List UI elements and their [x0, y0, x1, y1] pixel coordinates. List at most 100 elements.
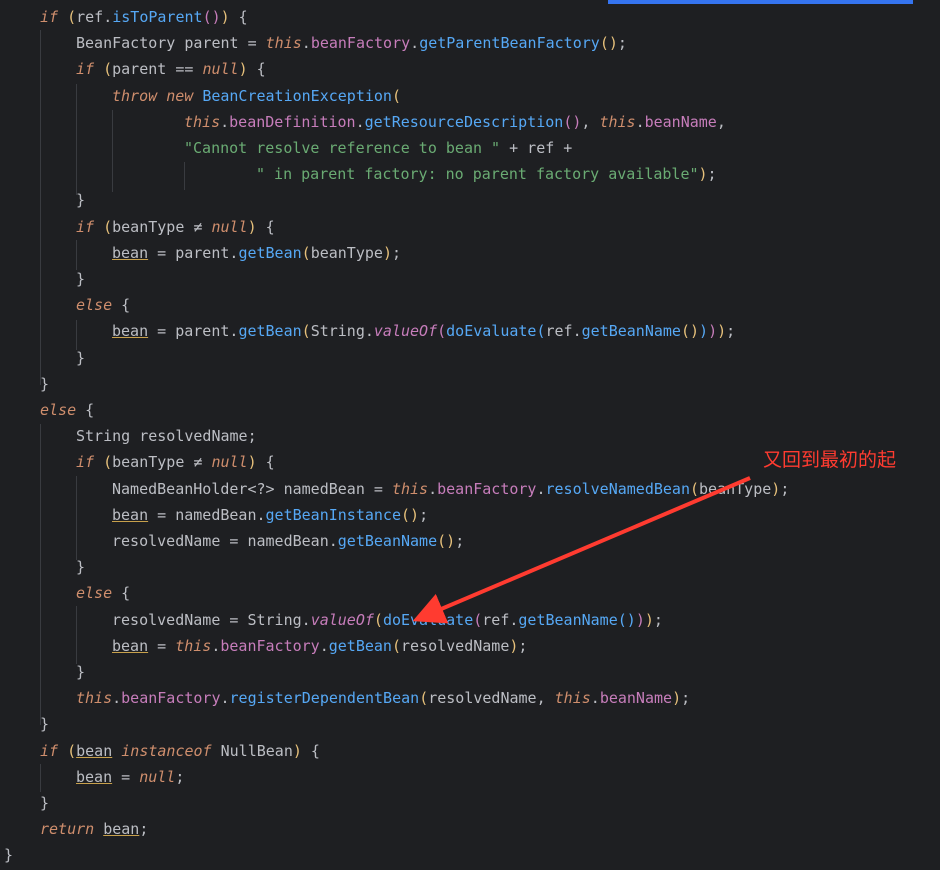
code-token: beanType: [310, 243, 383, 262]
code-editor[interactable]: if (ref.isToParent()) {BeanFactory paren…: [0, 0, 940, 870]
code-token: else: [76, 584, 113, 603]
code-line[interactable]: bean = this.beanFactory.getBean(resolved…: [112, 633, 527, 659]
code-line[interactable]: " in parent factory: no parent factory a…: [256, 161, 717, 187]
code-token: parent: [112, 60, 167, 79]
code-token: null: [211, 217, 248, 236]
code-token: (): [437, 532, 456, 550]
code-token: .: [103, 8, 113, 26]
code-token: else: [40, 401, 77, 419]
code-token: beanFactory: [437, 479, 537, 498]
code-token: (: [391, 636, 401, 655]
code-token: else: [76, 296, 113, 315]
code-line[interactable]: }: [76, 554, 85, 580]
code-token: =: [148, 505, 176, 524]
code-line[interactable]: String resolvedName;: [76, 423, 257, 449]
code-token: resolvedName: [428, 689, 537, 708]
code-line[interactable]: else {: [76, 580, 130, 606]
code-token: ;: [707, 165, 717, 184]
code-line[interactable]: }: [4, 842, 13, 868]
code-line[interactable]: else {: [76, 292, 130, 318]
code-token: {: [76, 401, 95, 419]
code-line[interactable]: }: [76, 659, 85, 685]
code-token: beanType: [112, 453, 185, 472]
code-token: ): [292, 741, 302, 760]
code-token: resolveNamedBean: [545, 479, 691, 498]
code-token: new: [166, 86, 194, 105]
code-token: ;: [681, 689, 691, 708]
code-token: ==: [166, 60, 203, 79]
code-token: (: [103, 453, 113, 472]
code-token: .: [256, 505, 266, 524]
code-token: (: [67, 741, 77, 760]
code-token: null: [139, 767, 176, 786]
code-line[interactable]: if (bean instanceof NullBean) {: [40, 738, 320, 764]
code-token: ;: [139, 820, 149, 839]
code-token: (: [301, 322, 311, 341]
code-line[interactable]: }: [76, 266, 85, 292]
code-token: .: [364, 322, 374, 341]
code-token: String: [310, 322, 365, 341]
code-token: .: [220, 689, 230, 708]
code-token: =: [220, 532, 248, 550]
code-token: beanName: [644, 112, 717, 131]
code-line[interactable]: "Cannot resolve reference to bean " + re…: [184, 135, 572, 161]
code-token: registerDependentBean: [229, 689, 420, 708]
code-line[interactable]: bean = parent.getBean(String.valueOf(doE…: [112, 318, 735, 344]
code-line[interactable]: if (beanType ≠ null) {: [76, 449, 275, 475]
code-token: {: [229, 8, 248, 26]
code-token: ;: [455, 532, 465, 550]
code-line[interactable]: resolvedName = namedBean.getBeanName();: [112, 528, 464, 554]
code-token: ref: [76, 8, 104, 26]
code-token: parent: [175, 243, 230, 262]
code-line[interactable]: }: [40, 790, 49, 816]
code-line[interactable]: if (beanType ≠ null) {: [76, 214, 275, 240]
code-token: beanFactory: [220, 636, 320, 655]
code-line[interactable]: }: [40, 371, 49, 397]
code-token: getBeanInstance: [265, 505, 401, 524]
code-token: ): [717, 322, 727, 341]
code-token: bean: [76, 741, 113, 760]
code-line[interactable]: BeanFactory parent = this.beanFactory.ge…: [76, 30, 627, 56]
code-token: null: [211, 453, 248, 472]
code-line[interactable]: this.beanDefinition.getResourceDescripti…: [184, 109, 726, 135]
code-token: {: [247, 60, 266, 79]
code-token: resolvedName: [139, 427, 248, 446]
code-token: }: [76, 348, 86, 367]
code-token: .: [536, 479, 546, 498]
code-line[interactable]: bean = null;: [76, 764, 184, 790]
code-token: ): [771, 479, 781, 498]
code-line[interactable]: bean = parent.getBean(beanType);: [112, 240, 401, 266]
code-token: .: [301, 610, 311, 629]
code-token: ,: [536, 689, 555, 708]
code-token: (): [617, 610, 636, 629]
code-token: ,: [581, 112, 600, 131]
indent-guide: [76, 476, 77, 560]
code-token: (: [103, 60, 113, 79]
code-line[interactable]: resolvedName = String.valueOf(doEvaluate…: [112, 607, 663, 633]
code-line[interactable]: bean = namedBean.getBeanInstance();: [112, 502, 428, 528]
code-line[interactable]: throw new BeanCreationException(: [112, 83, 401, 109]
code-token: parent: [184, 34, 239, 53]
code-token: ,: [716, 112, 726, 131]
code-line[interactable]: if (parent == null) {: [76, 56, 266, 82]
code-line[interactable]: this.beanFactory.registerDependentBean(r…: [76, 685, 690, 711]
code-token: .: [112, 689, 122, 708]
code-line[interactable]: if (ref.isToParent()) {: [40, 4, 248, 30]
code-line[interactable]: else {: [40, 397, 94, 423]
code-token: BeanFactory: [76, 34, 176, 53]
code-line[interactable]: }: [40, 711, 49, 737]
code-line[interactable]: NamedBeanHolder<?> namedBean = this.bean…: [112, 476, 789, 502]
code-token: (): [599, 34, 618, 53]
code-token: beanFactory: [121, 689, 221, 708]
code-token: .: [428, 479, 438, 498]
code-token: (: [103, 217, 113, 236]
code-token: (: [391, 86, 401, 105]
code-line[interactable]: }: [76, 345, 85, 371]
code-line[interactable]: return bean;: [40, 816, 148, 842]
code-line[interactable]: }: [76, 187, 85, 213]
